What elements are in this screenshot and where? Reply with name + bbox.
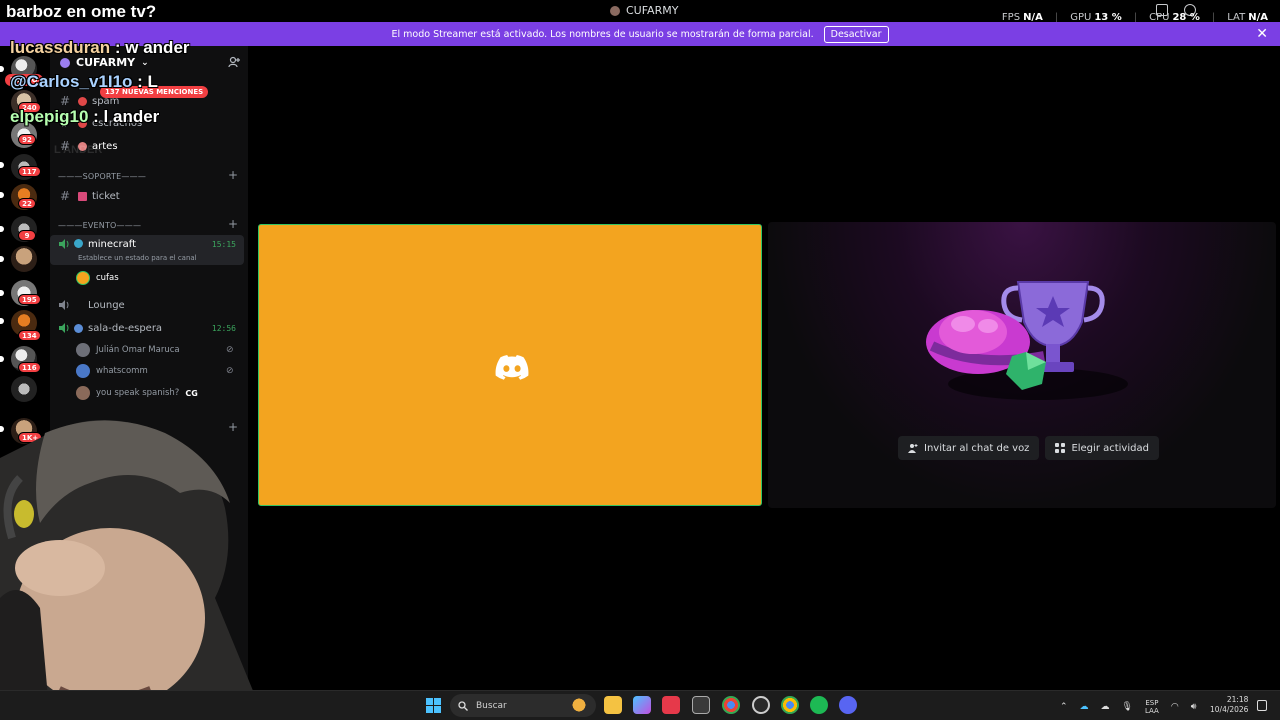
add-user-icon [908, 444, 918, 453]
avatar [76, 386, 90, 400]
title-bar: CUFARMY FPS N/A | GPU 13 % | CPU 28 % | LAT… [0, 0, 1280, 23]
chevron-up-icon[interactable]: ⌃ [1060, 702, 1068, 712]
add-member-icon[interactable] [228, 56, 240, 68]
stream-title: barboz en ome tv? [6, 2, 157, 21]
channel-emoji-icon [78, 96, 87, 106]
close-icon[interactable]: ✕ [1256, 26, 1268, 42]
onedrive-icon[interactable]: ☁ [1080, 702, 1089, 712]
store-icon[interactable] [692, 696, 710, 714]
file-explorer-icon[interactable] [604, 696, 622, 714]
speaker-icon [59, 300, 69, 310]
titlebar-server: CUFARMY [610, 4, 678, 17]
plane-icon [74, 323, 83, 333]
mic-icon[interactable]: 🎙︎ [1122, 702, 1133, 712]
activity-actions: Invitar al chat de voz Elegir actividad [898, 436, 1159, 460]
activity-icon [1055, 443, 1066, 453]
server-badge: 195 [18, 294, 41, 305]
channel-status[interactable]: Establece un estado para el canal [78, 254, 197, 262]
titlebar-server-name: CUFARMY [626, 4, 679, 17]
muted-icon: ⊘ [226, 345, 234, 355]
chat-message: lucassduran : w ander [10, 38, 190, 57]
channel-ticket[interactable]: # ticket [50, 186, 244, 206]
muted-icon: ⊘ [226, 366, 234, 376]
streamer-mode-banner: El modo Streamer está activado. Los nomb… [0, 22, 1280, 46]
chat-message: @Carlos_v1I1o : L [10, 72, 158, 91]
speaker-icon [59, 239, 69, 249]
user-video-tile[interactable] [258, 224, 762, 506]
hashtag-icon: # [59, 94, 71, 108]
server-avatar[interactable] [11, 376, 37, 402]
voice-channel-sala[interactable]: sala-de-espera 12:56 [50, 318, 244, 338]
server-badge: 116 [18, 362, 41, 373]
server-badge: 117 [18, 166, 41, 177]
app-icon[interactable] [662, 696, 680, 714]
hashtag-icon: # [59, 189, 71, 203]
taskbar: Buscar ⌃ ☁ ☁ 🎙︎ ESP LAA ◠ 🔊︎ 21:18 10/4/20… [0, 690, 1280, 720]
server-badge: 9 [18, 230, 36, 241]
discord-logo-icon [495, 355, 529, 380]
copilot-icon[interactable] [633, 696, 651, 714]
add-channel-icon[interactable]: + [228, 217, 238, 231]
windows-start-icon[interactable] [426, 698, 441, 713]
category-soporte[interactable]: ———SOPORTE——— [58, 172, 146, 181]
voice-channel-lounge[interactable]: Lounge [50, 295, 244, 315]
chat-message: elpepig10 : l ander [10, 107, 160, 126]
voice-timer: 12:56 [211, 323, 236, 333]
cloud-icon[interactable]: ☁ [1101, 702, 1110, 712]
server-avatar[interactable] [11, 246, 37, 272]
volume-icon[interactable]: 🔊︎ [1191, 702, 1197, 712]
chrome-icon[interactable] [722, 696, 740, 714]
system-tray: ⌃ ☁ ☁ 🎙︎ ESP LAA ◠ 🔊︎ [1060, 699, 1196, 715]
server-badge: 22 [18, 198, 36, 209]
discord-icon[interactable] [839, 696, 857, 714]
voice-user[interactable]: you speak spanish? CG [76, 386, 198, 400]
taskbar-search[interactable]: Buscar [450, 694, 596, 717]
server-badge: 134 [18, 330, 41, 341]
activity-tile: Invitar al chat de voz Elegir actividad [768, 222, 1276, 508]
category-evento[interactable]: ———EVENTO——— [58, 221, 141, 230]
avatar [76, 343, 90, 357]
pin-icon [78, 191, 87, 201]
disable-streamer-button[interactable]: Desactivar [823, 25, 889, 43]
invite-voice-button[interactable]: Invitar al chat de voz [898, 436, 1040, 460]
server-badge: 92 [18, 134, 36, 145]
activity-illustration [926, 281, 1128, 400]
app-icon[interactable] [752, 696, 770, 714]
voice-stage: Invitar al chat de voz Elegir actividad [248, 46, 1280, 690]
add-channel-icon[interactable]: + [228, 168, 238, 182]
clock[interactable]: 21:18 10/4/2026 [1210, 695, 1248, 715]
choose-activity-button[interactable]: Elegir actividad [1045, 436, 1159, 460]
server-icon [610, 5, 620, 16]
language-indicator[interactable]: ESP LAA [1145, 699, 1159, 715]
voice-timer: 15:15 [211, 240, 236, 249]
voice-user[interactable]: cufas [76, 271, 119, 285]
server-boost-icon [60, 57, 70, 68]
chrome-icon[interactable] [781, 696, 799, 714]
globe-icon [74, 239, 83, 248]
notifications-icon[interactable] [1257, 700, 1267, 711]
chevron-down-icon: ⌄ [141, 57, 149, 68]
voice-user[interactable]: whatscomm ⊘ [76, 364, 234, 378]
search-icon [458, 700, 468, 711]
spotify-icon[interactable] [810, 696, 828, 714]
avatar [76, 364, 90, 378]
ghost-text: L ANDER [54, 144, 103, 156]
voice-channel-minecraft[interactable]: minecraft 15:15 Establece un estado para… [50, 235, 244, 265]
banner-text: El modo Streamer está activado. Los nomb… [391, 28, 814, 40]
wifi-icon[interactable]: ◠ [1171, 702, 1179, 712]
avatar [76, 271, 90, 285]
webcam-overlay [0, 420, 265, 720]
search-highlight-icon [566, 696, 592, 714]
voice-user[interactable]: Julián Omar Maruca ⊘ [76, 343, 234, 357]
speaker-icon [59, 323, 69, 333]
